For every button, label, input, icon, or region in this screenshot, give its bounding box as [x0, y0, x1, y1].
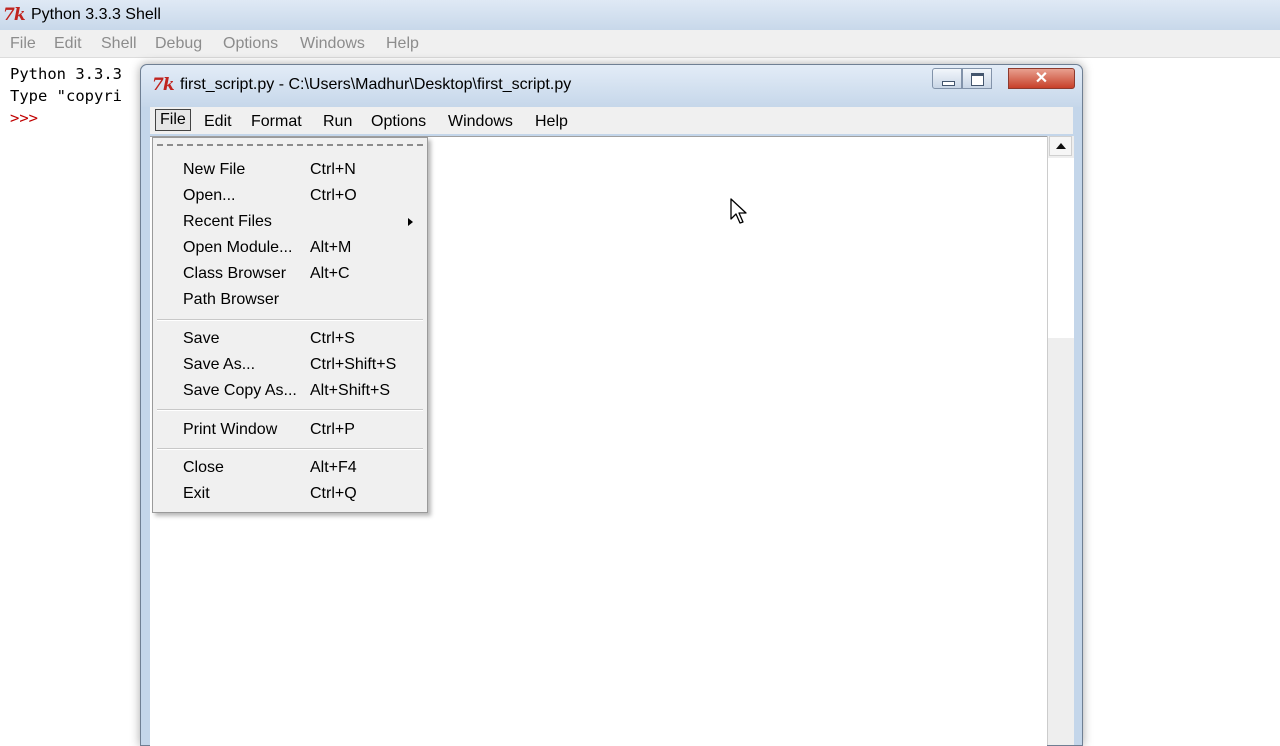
menu-item-label: Class Browser [183, 265, 287, 282]
shell-menu-file[interactable]: File [10, 35, 36, 53]
menu-item-class-browser[interactable]: Class Browser Alt+C [153, 262, 427, 288]
close-icon: ✕ [1034, 70, 1049, 87]
shell-line: Type "copyri [10, 87, 122, 105]
menu-item-label: Close [183, 459, 224, 476]
menu-item-open-module[interactable]: Open Module... Alt+M [153, 236, 427, 262]
scroll-thumb[interactable] [1048, 158, 1074, 338]
menu-item-shortcut: Ctrl+Q [310, 485, 357, 502]
editor-menu-options[interactable]: Options [367, 111, 430, 132]
shell-menu-help[interactable]: Help [386, 35, 419, 53]
shell-titlebar[interactable]: 7k Python 3.3.3 Shell [0, 0, 1280, 30]
menu-separator [157, 448, 423, 450]
shell-menubar: File Edit Shell Debug Options Windows He… [0, 30, 1280, 58]
menu-item-shortcut: Ctrl+O [310, 187, 357, 204]
menu-item-save[interactable]: Save Ctrl+S [153, 327, 427, 353]
shell-prompt: >>> [10, 109, 38, 127]
scroll-up-button[interactable] [1049, 136, 1072, 156]
editor-menu-file[interactable]: File [155, 109, 191, 131]
menu-item-label: Save [183, 330, 220, 347]
menu-item-shortcut: Ctrl+S [310, 330, 355, 347]
menu-item-save-as[interactable]: Save As... Ctrl+Shift+S [153, 353, 427, 379]
shell-window-title: Python 3.3.3 Shell [31, 6, 161, 23]
menu-separator [157, 409, 423, 411]
tk-icon: 7k [3, 5, 26, 25]
menu-item-label: Recent Files [183, 213, 272, 230]
menu-item-shortcut: Alt+Shift+S [310, 382, 391, 399]
menu-item-print-window[interactable]: Print Window Ctrl+P [153, 418, 427, 444]
menu-item-label: Print Window [183, 421, 278, 438]
shell-output[interactable]: Python 3.3.3 Type "copyri >>> [10, 63, 122, 129]
close-button[interactable]: ✕ [1008, 68, 1075, 89]
shell-menu-shell[interactable]: Shell [101, 35, 137, 53]
menu-item-shortcut: Alt+F4 [310, 459, 357, 476]
file-dropdown-menu: New File Ctrl+N Open... Ctrl+O Recent Fi… [152, 137, 428, 513]
menu-item-shortcut: Ctrl+P [310, 421, 355, 438]
shell-menu-debug[interactable]: Debug [155, 35, 202, 53]
menu-item-label: Open Module... [183, 239, 293, 256]
menu-item-exit[interactable]: Exit Ctrl+Q [153, 482, 427, 508]
menu-item-new-file[interactable]: New File Ctrl+N [153, 158, 427, 184]
menu-item-recent-files[interactable]: Recent Files [153, 210, 427, 236]
menu-item-shortcut: Ctrl+N [310, 161, 356, 178]
editor-menu-format[interactable]: Format [247, 111, 306, 132]
maximize-button[interactable] [962, 68, 992, 89]
arrow-up-icon [1056, 143, 1066, 149]
menu-item-open[interactable]: Open... Ctrl+O [153, 184, 427, 210]
minimize-button[interactable] [932, 68, 962, 89]
menu-item-label: Exit [183, 485, 210, 502]
editor-menu-windows[interactable]: Windows [444, 111, 517, 132]
menu-item-close[interactable]: Close Alt+F4 [153, 456, 427, 482]
mouse-cursor-icon [730, 198, 747, 224]
shell-menu-windows[interactable]: Windows [300, 35, 365, 53]
shell-menu-edit[interactable]: Edit [54, 35, 82, 53]
menu-item-save-copy-as[interactable]: Save Copy As... Alt+Shift+S [153, 379, 427, 405]
editor-window-title: first_script.py - C:\Users\Madhur\Deskto… [180, 76, 572, 93]
menu-item-label: Path Browser [183, 291, 280, 308]
submenu-arrow-icon [408, 218, 413, 226]
editor-menubar: File Edit Format Run Options Windows Hel… [150, 107, 1073, 134]
shell-menu-options[interactable]: Options [223, 35, 278, 53]
editor-menu-edit[interactable]: Edit [200, 111, 236, 132]
editor-titlebar[interactable]: 7k first_script.py - C:\Users\Madhur\Des… [141, 65, 1082, 107]
vertical-scrollbar[interactable] [1047, 136, 1074, 745]
menu-item-shortcut: Alt+C [310, 265, 350, 282]
editor-menu-run[interactable]: Run [319, 111, 356, 132]
tearoff-line[interactable] [157, 144, 423, 146]
menu-item-label: Save As... [183, 356, 256, 373]
menu-item-shortcut: Alt+M [310, 239, 352, 256]
menu-item-label: Open... [183, 187, 236, 204]
shell-line: Python 3.3.3 [10, 65, 122, 83]
menu-item-label: New File [183, 161, 246, 178]
menu-item-shortcut: Ctrl+Shift+S [310, 356, 397, 373]
editor-menu-help[interactable]: Help [531, 111, 572, 132]
tk-icon: 7k [152, 75, 175, 95]
menu-item-path-browser[interactable]: Path Browser [153, 288, 427, 314]
menu-item-label: Save Copy As... [183, 382, 297, 399]
minimize-icon [942, 81, 955, 86]
maximize-icon [971, 73, 984, 86]
menu-separator [157, 319, 423, 321]
